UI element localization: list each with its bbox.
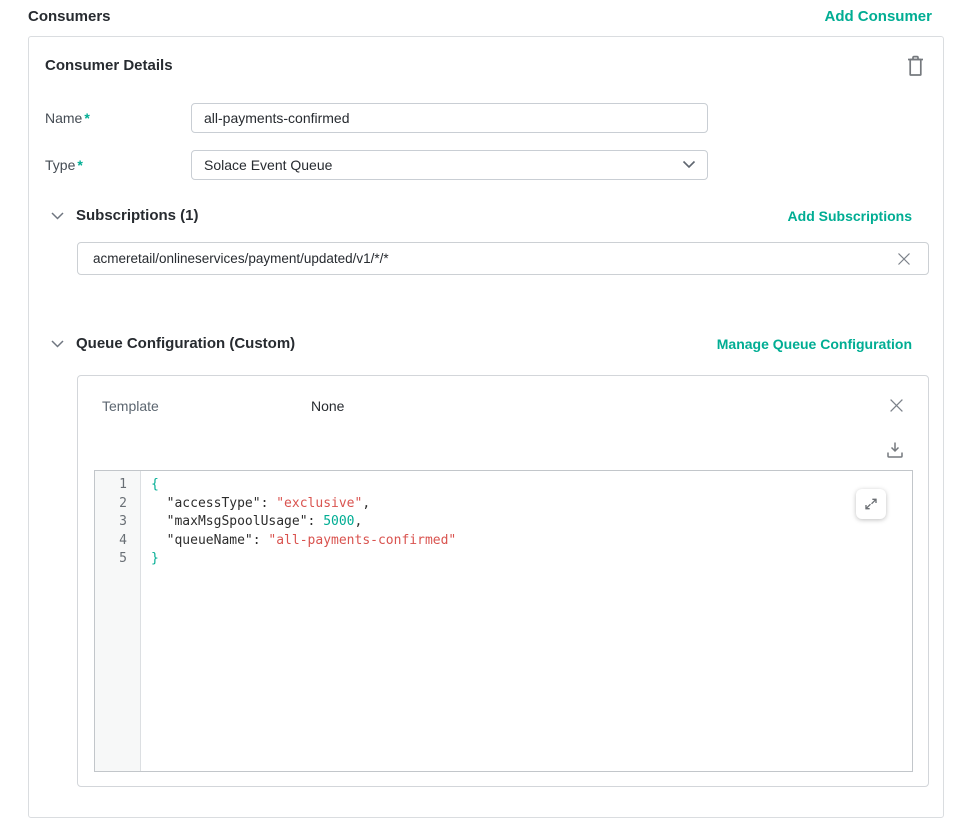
template-label: Template (102, 398, 311, 414)
chevron-down-icon (51, 340, 64, 348)
name-field-row: Name* (45, 103, 927, 133)
name-input[interactable] (191, 103, 708, 133)
expand-editor-button[interactable] (856, 489, 886, 519)
queue-config-panel: Template None (77, 375, 929, 787)
download-config-button[interactable] (884, 439, 906, 461)
name-label: Name* (45, 110, 191, 126)
code-line: "queueName": "all-payments-confirmed" (151, 532, 912, 551)
line-number: 3 (95, 513, 127, 532)
download-row (78, 415, 928, 461)
line-number: 2 (95, 495, 127, 514)
page-title: Consumers (28, 8, 111, 25)
template-value: None (311, 398, 887, 414)
close-icon (897, 252, 911, 266)
subscriptions-title: Subscriptions (1) (76, 207, 199, 224)
subscriptions-collapse-toggle[interactable] (51, 212, 64, 220)
download-icon (886, 441, 904, 459)
queue-config-collapse-toggle[interactable] (51, 340, 64, 348)
clear-template-button[interactable] (887, 396, 906, 415)
code-line: "maxMsgSpoolUsage": 5000, (151, 513, 912, 532)
editor-line-numbers: 1 2 3 4 5 (95, 471, 141, 771)
remove-subscription-button[interactable] (895, 250, 913, 268)
required-asterisk: * (77, 157, 82, 173)
line-number: 4 (95, 532, 127, 551)
editor-code[interactable]: { "accessType": "exclusive", "maxMsgSpoo… (141, 471, 912, 771)
delete-consumer-button[interactable] (904, 53, 927, 79)
type-label: Type* (45, 157, 191, 173)
subscription-topic: acmeretail/onlineservices/payment/update… (93, 251, 895, 266)
add-consumer-link[interactable]: Add Consumer (824, 8, 932, 25)
required-asterisk: * (84, 110, 89, 126)
queue-config-section-header: Queue Configuration (Custom) Manage Queu… (45, 335, 927, 352)
queue-config-title: Queue Configuration (Custom) (76, 335, 295, 352)
type-field-row: Type* Solace Event Queue (45, 150, 927, 180)
close-icon (889, 398, 904, 413)
consumers-header: Consumers Add Consumer (0, 0, 960, 26)
expand-icon (863, 496, 879, 512)
manage-queue-configuration-link[interactable]: Manage Queue Configuration (717, 336, 912, 352)
chevron-down-icon (682, 160, 696, 169)
consumer-details-card: Consumer Details Name* Type* Solace Even… (28, 36, 944, 818)
code-line: { (151, 476, 912, 495)
queue-config-code-editor[interactable]: 1 2 3 4 5 { "accessType": "exclusive", "… (94, 470, 913, 772)
line-number: 5 (95, 550, 127, 569)
code-line: } (151, 550, 912, 569)
trash-icon (906, 55, 925, 77)
subscription-row: acmeretail/onlineservices/payment/update… (77, 242, 929, 275)
card-title: Consumer Details (45, 53, 173, 74)
code-line: "accessType": "exclusive", (151, 495, 912, 514)
chevron-down-icon (51, 212, 64, 220)
template-row: Template None (78, 376, 928, 415)
subscriptions-section-header: Subscriptions (1) Add Subscriptions (45, 207, 927, 224)
add-subscriptions-link[interactable]: Add Subscriptions (788, 208, 912, 224)
type-select-value: Solace Event Queue (204, 157, 332, 173)
line-number: 1 (95, 476, 127, 495)
card-header: Consumer Details (45, 37, 927, 79)
type-select[interactable]: Solace Event Queue (191, 150, 708, 180)
